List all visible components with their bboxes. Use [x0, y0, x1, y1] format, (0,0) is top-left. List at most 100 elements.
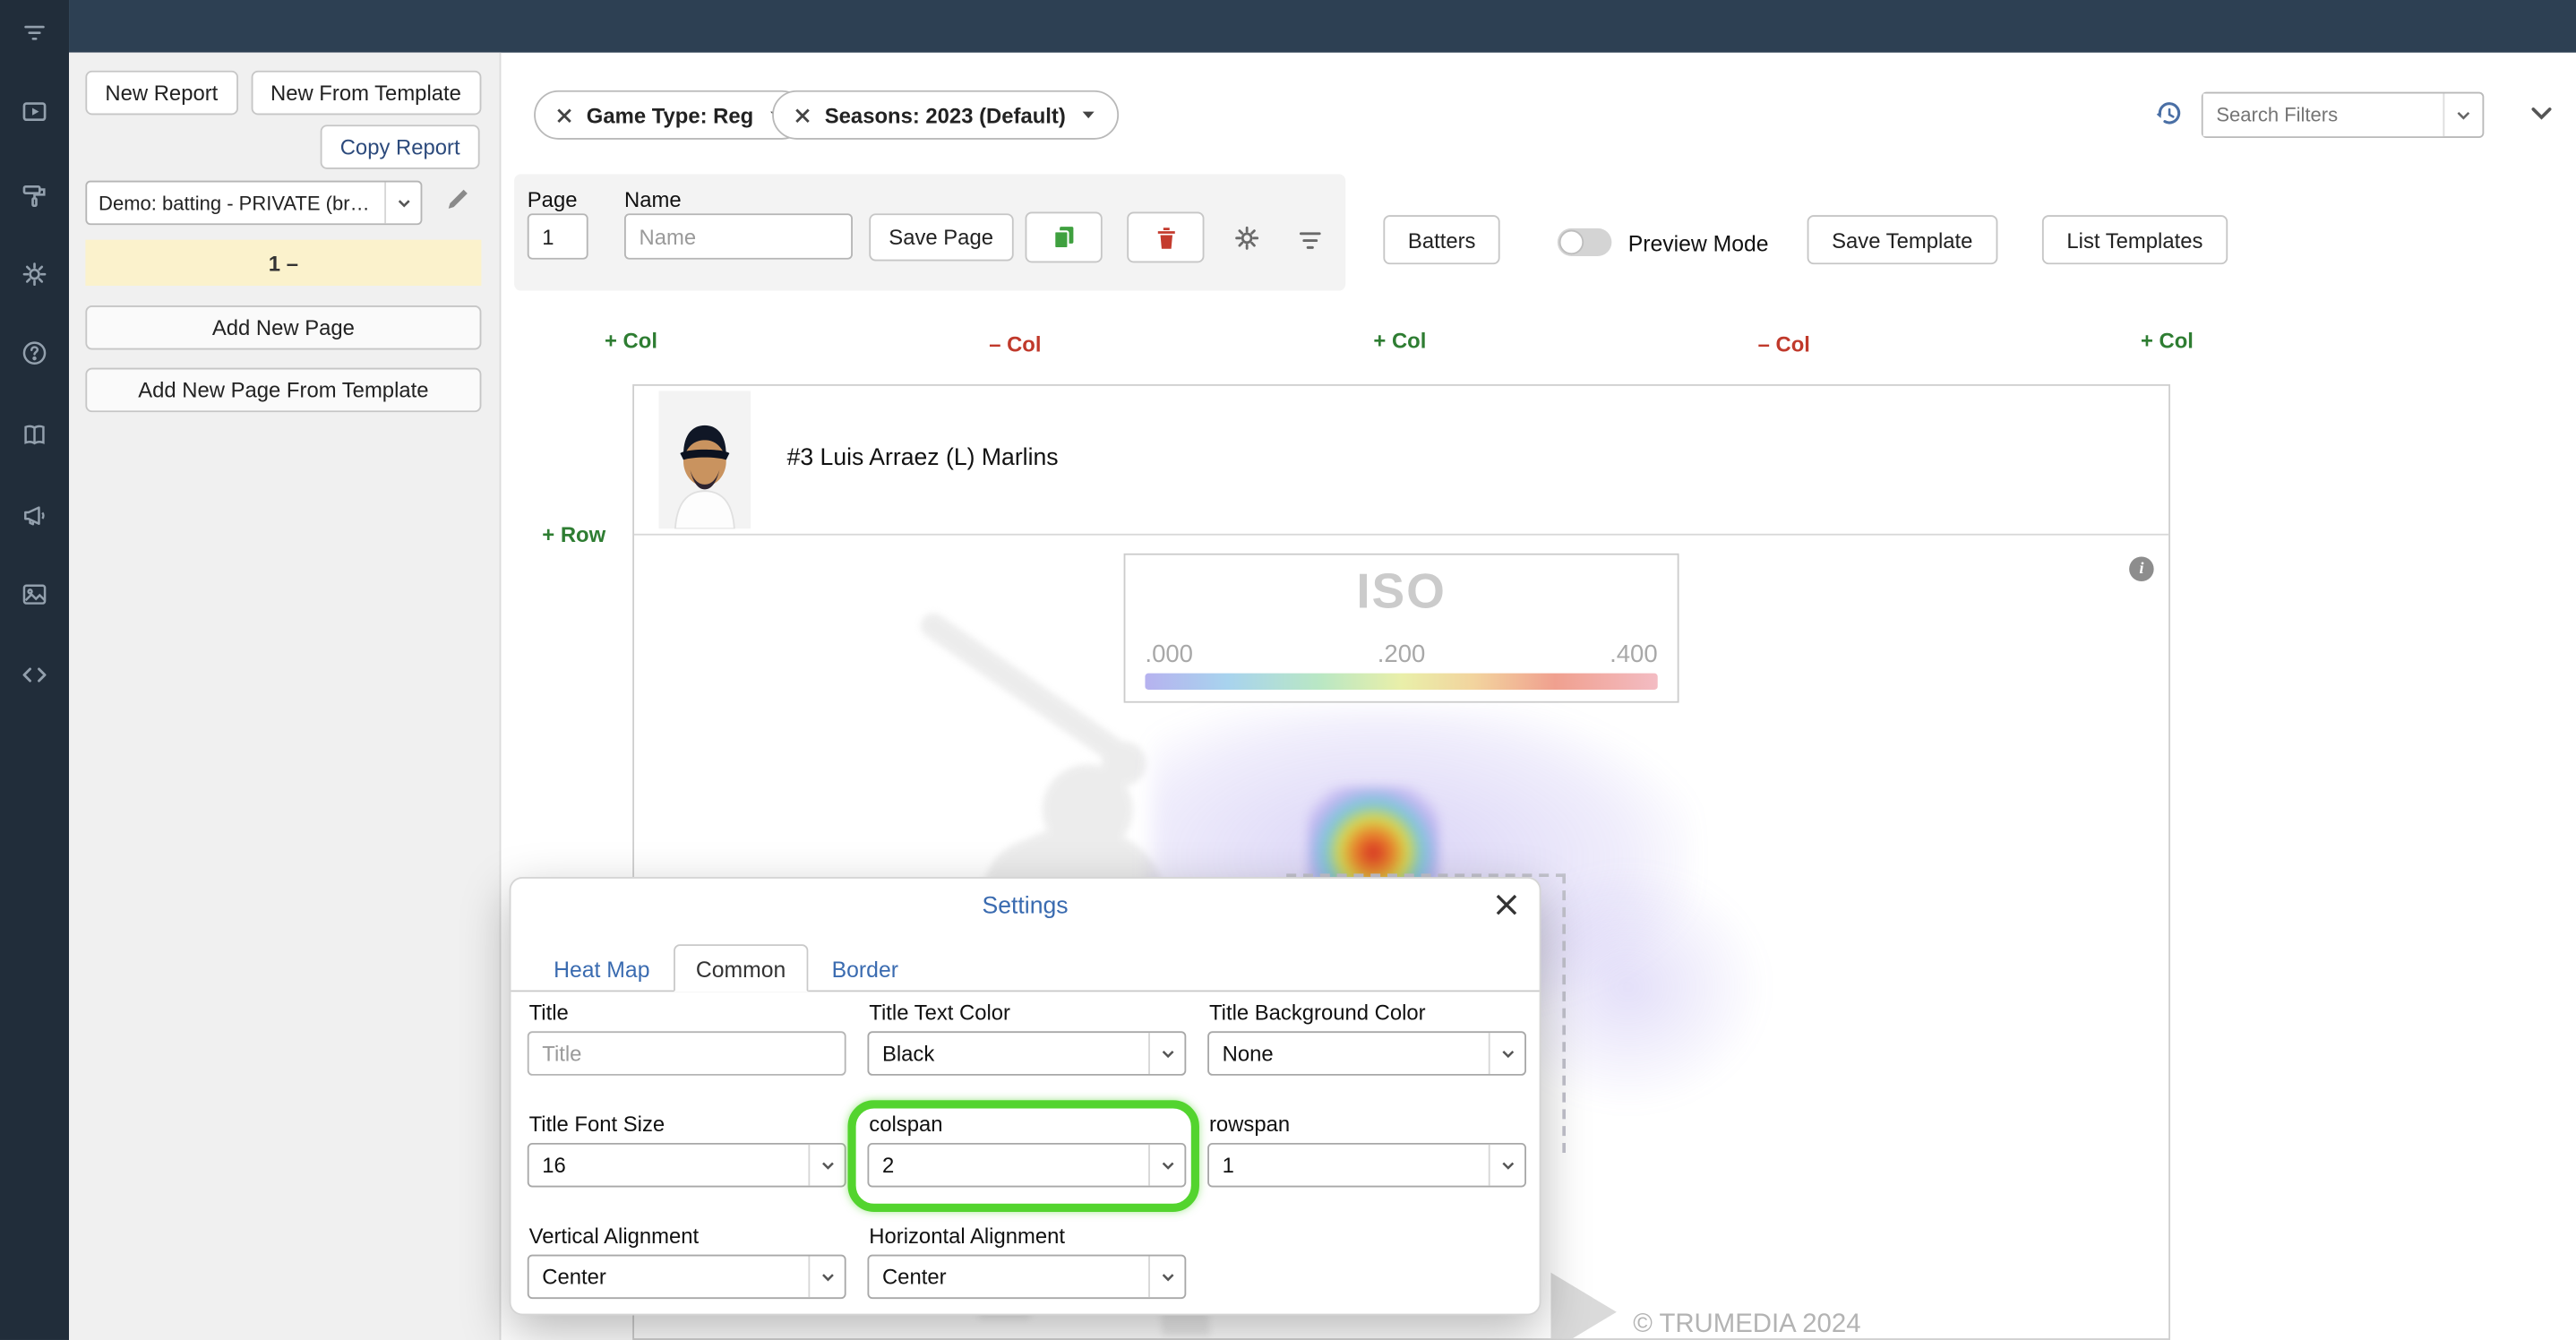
- filter-chip-game-type[interactable]: Game Type: Reg: [534, 90, 806, 140]
- chevron-down-icon: [384, 182, 420, 224]
- new-report-button[interactable]: New Report: [85, 70, 238, 116]
- field-title-text-color: Title Text Color Black: [867, 1000, 1187, 1076]
- chip-label: Seasons: 2023 (Default): [824, 102, 1066, 128]
- field-colspan: colspan 2: [867, 1112, 1187, 1188]
- batters-button[interactable]: Batters: [1383, 215, 1500, 265]
- add-new-page-from-template-button[interactable]: Add New Page From Template: [85, 367, 482, 413]
- search-filters-input[interactable]: [2202, 93, 2443, 137]
- delete-page-button[interactable]: [1127, 211, 1205, 263]
- legend-tick: .000: [1145, 640, 1194, 669]
- page-number-input[interactable]: [527, 213, 588, 260]
- modal-title: Settings: [982, 893, 1069, 920]
- preview-mode-toggle[interactable]: [1557, 228, 1612, 256]
- copy-report-button[interactable]: Copy Report: [320, 125, 480, 169]
- report-select[interactable]: Demo: batting - PRIVATE (brad...: [85, 180, 423, 226]
- add-col-button[interactable]: + Col: [1373, 329, 1426, 353]
- collapse-chevron-icon[interactable]: [2527, 99, 2556, 128]
- settings-form: Title Title Text Color Black Title Backg…: [527, 1000, 1526, 1300]
- title-label: Title: [528, 1000, 569, 1025]
- page-label: Page: [527, 186, 578, 212]
- code-icon[interactable]: [20, 660, 49, 690]
- add-row-button[interactable]: + Row: [542, 522, 605, 546]
- chevron-down-icon: [1488, 1033, 1524, 1074]
- select-value: 16: [542, 1152, 566, 1178]
- top-bar: [69, 0, 2576, 53]
- page-tab-1[interactable]: 1 –: [85, 239, 482, 286]
- icon-rail: [0, 0, 70, 1340]
- megaphone-icon[interactable]: [20, 501, 49, 530]
- modal-tabs: Heat Map Common Border: [511, 942, 1540, 992]
- chevron-down-icon[interactable]: [2443, 93, 2482, 137]
- close-icon[interactable]: [1493, 891, 1519, 917]
- field-horizontal-alignment: Horizontal Alignment Center: [867, 1223, 1187, 1300]
- title-background-color-select[interactable]: None: [1207, 1031, 1526, 1076]
- add-col-button[interactable]: + Col: [2141, 329, 2194, 353]
- horizontal-alignment-label: Horizontal Alignment: [869, 1223, 1065, 1249]
- page-filter-icon[interactable]: [1296, 227, 1324, 254]
- player-photo: [658, 391, 751, 529]
- rowspan-select[interactable]: 1: [1207, 1142, 1526, 1188]
- duplicate-page-button[interactable]: [1025, 211, 1103, 263]
- title-input[interactable]: [527, 1031, 846, 1076]
- report-header-row: #3 Luis Arraez (L) Marlins: [634, 385, 2169, 536]
- title-background-color-label: Title Background Color: [1208, 1000, 1426, 1025]
- trumedia-logo-watermark: [1550, 1272, 1617, 1339]
- horizontal-alignment-select[interactable]: Center: [867, 1254, 1187, 1300]
- gear-icon[interactable]: [20, 260, 49, 289]
- select-value: None: [1222, 1041, 1274, 1066]
- legend-gradient-bar: [1145, 673, 1658, 690]
- list-templates-button[interactable]: List Templates: [2041, 215, 2228, 265]
- report-panel: New Report New From Template Copy Report…: [69, 52, 502, 1340]
- player-name: #3 Luis Arraez (L) Marlins: [786, 444, 1059, 472]
- new-from-template-button[interactable]: New From Template: [250, 70, 481, 116]
- chevron-down-icon: [808, 1256, 844, 1298]
- page-name-input[interactable]: [623, 213, 853, 260]
- chevron-down-icon: [1148, 1256, 1184, 1298]
- remove-col-button[interactable]: – Col: [989, 331, 1041, 356]
- preview-mode-label: Preview Mode: [1627, 231, 1769, 256]
- legend-ticks: .000 .200 .400: [1145, 640, 1657, 668]
- book-icon[interactable]: [20, 420, 49, 450]
- video-icon[interactable]: [20, 97, 49, 126]
- select-value: Center: [542, 1264, 606, 1290]
- chevron-down-icon: [1148, 1144, 1184, 1186]
- help-icon[interactable]: [20, 339, 49, 368]
- select-value: 1: [1222, 1152, 1234, 1178]
- rowspan-label: rowspan: [1208, 1112, 1291, 1137]
- field-title-background-color: Title Background Color None: [1207, 1000, 1526, 1076]
- vertical-alignment-select[interactable]: Center: [527, 1254, 846, 1300]
- remove-filter-icon[interactable]: [555, 106, 573, 124]
- vertical-alignment-label: Vertical Alignment: [528, 1223, 700, 1249]
- settings-modal: Settings Heat Map Common Border Title Ti…: [509, 876, 1541, 1316]
- trumedia-watermark-text: © TRUMEDIA 2024: [1633, 1310, 1861, 1339]
- save-page-button[interactable]: Save Page: [869, 213, 1013, 262]
- heatmap-legend: ISO .000 .200 .400: [1123, 553, 1679, 703]
- remove-filter-icon[interactable]: [794, 106, 811, 124]
- history-icon[interactable]: [2152, 99, 2184, 130]
- add-col-button[interactable]: + Col: [605, 329, 657, 353]
- add-new-page-button[interactable]: Add New Page: [85, 305, 482, 350]
- save-template-button[interactable]: Save Template: [1807, 215, 1997, 265]
- gallery-icon[interactable]: [20, 580, 49, 609]
- paint-icon[interactable]: [20, 181, 49, 210]
- title-text-color-label: Title Text Color: [869, 1000, 1011, 1025]
- chevron-down-icon: [1488, 1144, 1524, 1186]
- title-font-size-label: Title Font Size: [528, 1112, 665, 1137]
- title-text-color-select[interactable]: Black: [867, 1031, 1187, 1076]
- field-title: Title: [527, 1000, 846, 1076]
- title-font-size-select[interactable]: 16: [527, 1142, 846, 1188]
- select-value: Black: [881, 1041, 935, 1066]
- filter-icon[interactable]: [20, 18, 49, 47]
- info-icon[interactable]: [2129, 556, 2154, 581]
- trash-icon: [1156, 227, 1174, 248]
- legend-tick: .400: [1610, 640, 1658, 669]
- colspan-select[interactable]: 2: [867, 1142, 1187, 1188]
- page-settings-gear-icon[interactable]: [1232, 223, 1262, 253]
- tab-common[interactable]: Common: [673, 944, 809, 992]
- select-value: Center: [881, 1264, 947, 1290]
- remove-col-button[interactable]: – Col: [1758, 331, 1810, 356]
- tab-heat-map[interactable]: Heat Map: [530, 944, 673, 992]
- filter-chip-seasons[interactable]: Seasons: 2023 (Default): [772, 90, 1119, 140]
- edit-pencil-icon[interactable]: [443, 184, 473, 213]
- tab-border[interactable]: Border: [809, 944, 922, 992]
